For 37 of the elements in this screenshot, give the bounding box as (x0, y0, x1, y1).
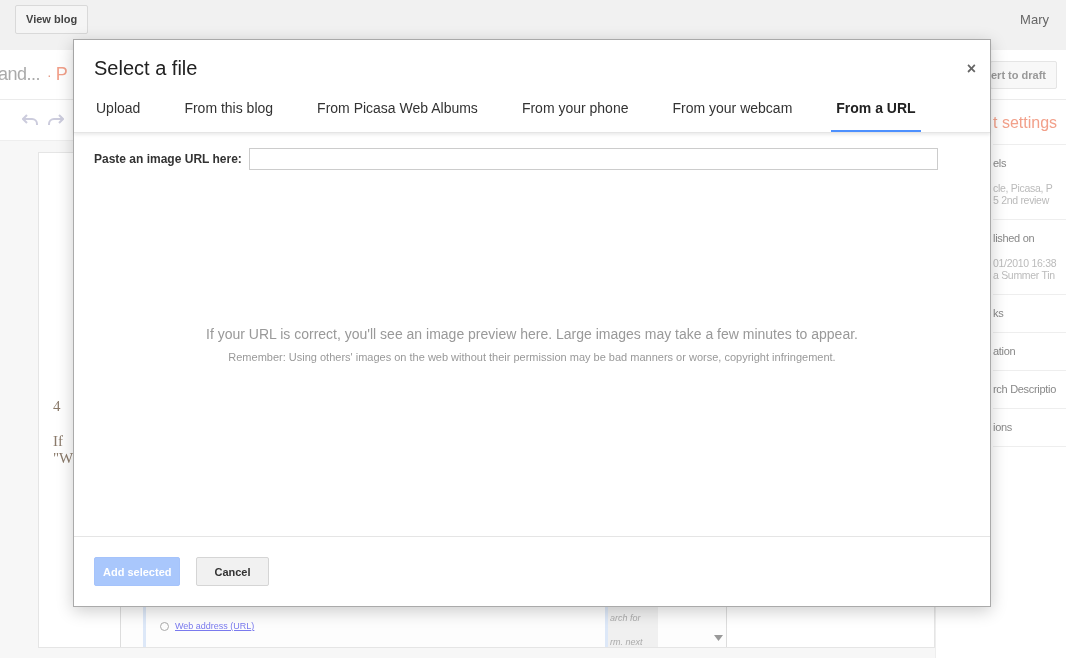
settings-value: cle, Picasa, P (993, 182, 1054, 194)
settings-item[interactable]: rch Descriptio (993, 383, 1066, 395)
settings-item[interactable]: els (993, 157, 1066, 169)
redo-icon[interactable] (48, 114, 64, 126)
settings-item[interactable]: ation (993, 345, 1066, 357)
side-text: rm. next (610, 637, 644, 647)
view-blog-button[interactable]: View blog (15, 4, 89, 34)
tab[interactable]: From this blog (179, 100, 279, 132)
editor-text: 4 (53, 398, 62, 415)
undo-icon[interactable] (22, 114, 38, 126)
settings-value: 01/2010 16:38 (993, 257, 1058, 269)
post-settings-title: t settings (993, 100, 1066, 145)
preview-message: If your URL is correct, you'll see an image preview here. Large images may take a few minutes to appear. (206, 325, 858, 342)
separator-dot: · (47, 67, 52, 83)
reminder-text: Remember: Using others' images on the web without their permission may be bad manners or worse, copyright infringement. (228, 350, 836, 363)
editor-text: "W (53, 450, 75, 467)
revert-button[interactable]: ert to draft (990, 60, 1057, 89)
tab[interactable]: Upload (91, 100, 146, 132)
tab[interactable]: From your webcam (667, 100, 798, 132)
editor-text: If (53, 433, 64, 450)
user-name[interactable]: Mary (1020, 11, 1049, 27)
settings-item[interactable]: lished on (993, 232, 1066, 244)
url-field[interactable] (248, 148, 938, 170)
tab[interactable]: From a URL (831, 100, 921, 132)
url-label: Paste an image URL here: (94, 152, 242, 166)
scroll-down-icon[interactable] (714, 635, 723, 641)
settings-value: a Summer Tin (993, 269, 1056, 281)
post-status: P (55, 64, 68, 85)
cancel-button[interactable]: Cancel (196, 557, 269, 586)
web-address-link[interactable]: Web address (URL) (175, 621, 255, 631)
close-button[interactable]: × (966, 59, 976, 78)
tab[interactable]: From Picasa Web Albums (312, 100, 483, 132)
settings-item[interactable]: ions (993, 421, 1066, 433)
tab[interactable]: From your phone (516, 100, 634, 132)
dialog-title: Select a file (94, 57, 198, 80)
settings-value: 5 2nd review (993, 194, 1051, 206)
settings-item[interactable]: ks (993, 307, 1066, 319)
